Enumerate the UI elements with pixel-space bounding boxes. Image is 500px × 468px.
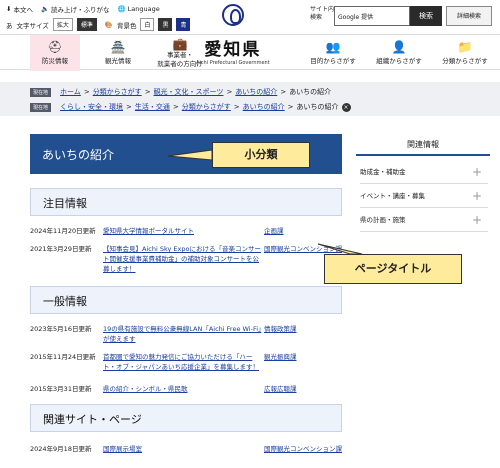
- utility-bar: ⬇ 本文へ 🔈 読み上げ・ふりがな 🌐 Language: [6, 4, 160, 14]
- breadcrumb-link[interactable]: あいちの紹介: [235, 87, 277, 97]
- section-heading-general: 一般情報: [30, 286, 342, 314]
- item-link[interactable]: 国際展示場室: [103, 444, 263, 454]
- font-size-label: 文字サイズ: [16, 21, 49, 30]
- sidebar-item-events[interactable]: イベント・講座・募集 +: [360, 184, 488, 208]
- site-logo[interactable]: 愛知県 Aichi Prefectural Government: [196, 35, 270, 66]
- dept-link[interactable]: 観光振興課: [264, 352, 344, 362]
- bg-blue-button[interactable]: 青: [176, 18, 191, 31]
- section-heading-related: 関連サイト・ページ: [30, 404, 342, 432]
- breadcrumb-link[interactable]: 生活・交通: [135, 102, 170, 112]
- breadcrumb: 現在地 くらし・安全・環境 > 生活・交通 > 分類からさがす > あいちの紹介 > あ…: [30, 102, 351, 112]
- language-link[interactable]: 🌐 Language: [118, 5, 160, 13]
- bg-black-button[interactable]: 黒: [158, 18, 173, 31]
- breadcrumb-link[interactable]: あいちの紹介: [243, 102, 285, 112]
- advanced-search-button[interactable]: 詳細検索: [446, 6, 492, 26]
- speaker-icon: 🔈: [40, 5, 50, 13]
- sidebar-item-plans[interactable]: 県の計画・施策 +: [360, 208, 488, 232]
- breadcrumb: 現在地 ホーム > 分類からさがす > 観光・文化・スポーツ > あいちの紹介 > あい…: [30, 87, 331, 97]
- callout-page-title: ページタイトル: [324, 254, 462, 284]
- prefecture-emblem-icon[interactable]: [222, 4, 244, 26]
- plus-icon: +: [471, 165, 482, 179]
- sidebar-title: 関連情報: [356, 134, 490, 156]
- download-icon: ⬇: [6, 5, 12, 13]
- nav-organization[interactable]: 👤 組織からさがす: [366, 35, 432, 71]
- globe-icon: 🌐: [117, 5, 126, 13]
- dept-link[interactable]: 国際観光コンベンション課: [264, 244, 344, 254]
- breadcrumb-link[interactable]: くらし・安全・環境: [60, 102, 123, 112]
- dept-link[interactable]: 国際観光コンベンション課: [264, 444, 344, 454]
- breadcrumb-link[interactable]: ホーム: [60, 87, 81, 97]
- text-version-link[interactable]: ⬇ 本文へ: [6, 4, 33, 14]
- breadcrumb-area: 現在地 ホーム > 分類からさがす > 観光・文化・スポーツ > あいちの紹介 > あい…: [0, 82, 500, 116]
- item-link[interactable]: 首都圏で愛知の魅力発信にご協力いただける「ハート・オブ・ジャパンあいち応援企業」…: [103, 352, 263, 372]
- font-standard-button[interactable]: 標準: [76, 18, 97, 31]
- folder-icon: 📁: [457, 40, 473, 54]
- palette-icon: 🎨: [104, 20, 113, 29]
- tourism-icon: 🏯: [110, 40, 126, 54]
- breadcrumb-current: あいちの紹介: [296, 103, 339, 111]
- bg-white-button[interactable]: 白: [140, 18, 155, 31]
- people-icon: 👥: [325, 40, 341, 54]
- item-link[interactable]: 19の県有施設で無料公衆無線LAN「Aichi Free Wi-Fi」が使えます: [103, 324, 263, 344]
- item-link[interactable]: 愛知県大学情報ポータルサイト: [103, 226, 263, 236]
- section-heading-featured: 注目情報: [30, 188, 342, 216]
- org-chart-icon: 👤: [391, 40, 407, 54]
- helmet-icon: ⛑: [47, 40, 63, 54]
- plus-icon: +: [471, 189, 482, 203]
- item-link[interactable]: 県の紹介・シンボル・県民歌: [103, 384, 263, 394]
- search-button[interactable]: 検索: [410, 6, 442, 26]
- display-settings: あ 文字サイズ 拡大 標準 🎨 背景色 白 黒 青: [6, 18, 191, 31]
- read-aloud-link[interactable]: 🔈 読み上げ・ふりがな: [41, 4, 110, 14]
- plus-icon: +: [471, 213, 482, 227]
- callout-small-category: 小分類: [212, 142, 310, 168]
- breadcrumb-link[interactable]: 分類からさがす: [182, 102, 231, 112]
- breadcrumb-current: あいちの紹介: [289, 88, 332, 96]
- breadcrumb-link[interactable]: 観光・文化・スポーツ: [154, 87, 224, 97]
- font-size-icon: あ: [6, 21, 13, 30]
- bg-color-label: 背景色: [116, 21, 137, 30]
- search-input[interactable]: Google 提供: [334, 6, 410, 26]
- nav-tourism[interactable]: 🏯 観光情報: [88, 35, 148, 71]
- dept-link[interactable]: 情報政策課: [264, 324, 344, 334]
- breadcrumb-link[interactable]: 分類からさがす: [93, 87, 142, 97]
- briefcase-icon: 💼: [172, 37, 188, 51]
- close-icon[interactable]: ×: [341, 102, 351, 112]
- site-search-label: サイト内 検索: [310, 6, 335, 21]
- nav-disaster[interactable]: ⛑ 防災情報: [30, 35, 80, 71]
- font-large-button[interactable]: 拡大: [52, 18, 73, 31]
- sidebar-item-subsidy[interactable]: 助成金・補助金 +: [360, 160, 488, 184]
- dept-link[interactable]: 企画課: [264, 226, 344, 236]
- nav-category[interactable]: 📁 分類からさがす: [432, 35, 498, 71]
- nav-purpose[interactable]: 👥 目的からさがす: [300, 35, 366, 71]
- dept-link[interactable]: 広報広聴課: [264, 384, 344, 394]
- item-link[interactable]: 【知事会見】Aichi Sky Expoにおける「音楽コンサート開催支援事業費補…: [103, 244, 263, 274]
